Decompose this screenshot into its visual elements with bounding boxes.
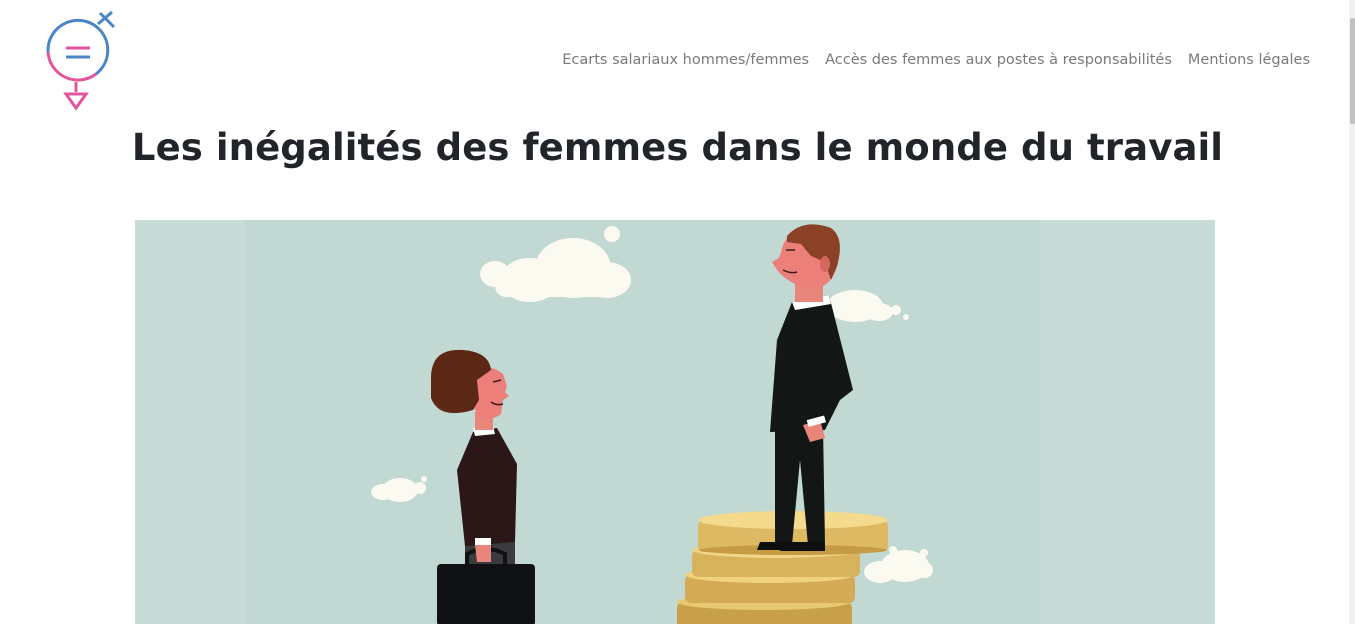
main-nav: Ecarts salariaux hommes/femmes Accès des… [562, 52, 1310, 68]
nav-link-leadership-access[interactable]: Accès des femmes aux postes à responsabi… [825, 52, 1172, 68]
scrollbar-thumb[interactable] [1350, 18, 1355, 124]
site-logo[interactable] [40, 10, 120, 112]
nav-link-legal-notice[interactable]: Mentions légales [1188, 52, 1310, 68]
hero-image [135, 220, 1215, 624]
nav-link-pay-gap[interactable]: Ecarts salariaux hommes/femmes [562, 52, 809, 68]
gender-equality-logo-icon [46, 10, 116, 111]
page-scrollbar[interactable] [1349, 0, 1355, 624]
inequality-illustration [135, 220, 1215, 624]
page: Ecarts salariaux hommes/femmes Accès des… [0, 0, 1355, 624]
page-title: Les inégalités des femmes dans le monde … [131, 126, 1224, 169]
